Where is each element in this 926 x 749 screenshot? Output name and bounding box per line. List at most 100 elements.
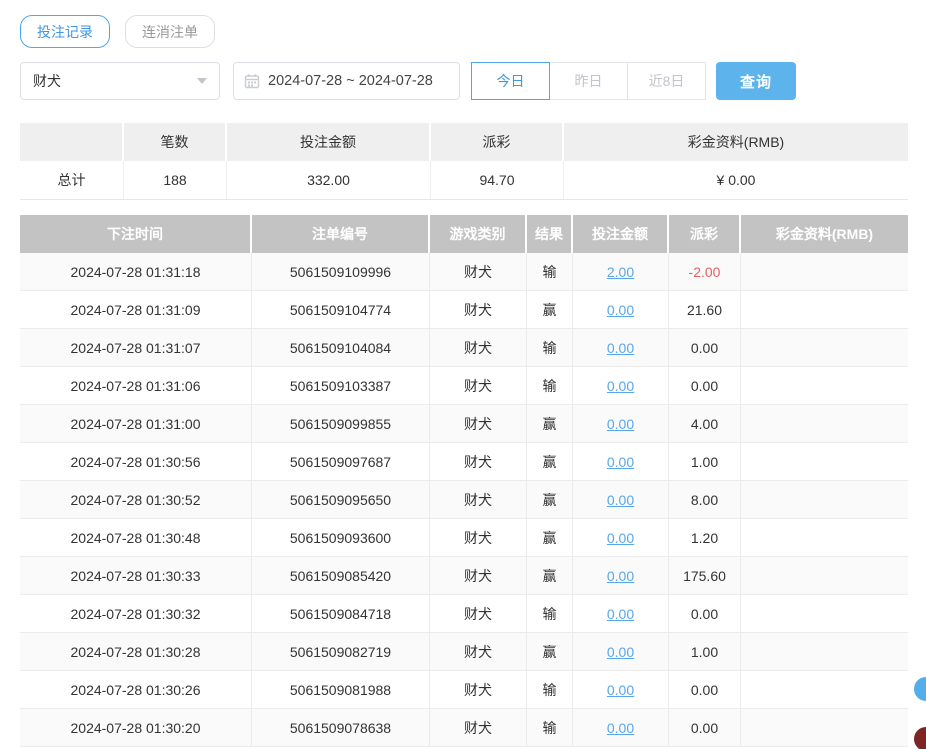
amount-cell: 0.00 — [573, 405, 669, 442]
amount-link[interactable]: 0.00 — [607, 530, 634, 546]
bonus-cell — [741, 671, 908, 708]
amount-link[interactable]: 0.00 — [607, 378, 634, 394]
search-button[interactable]: 查询 — [716, 62, 796, 100]
amount-link[interactable]: 0.00 — [607, 720, 634, 736]
amount-cell: 0.00 — [573, 709, 669, 746]
bet-time-cell: 2024-07-28 01:30:26 — [20, 671, 252, 708]
bonus-cell — [741, 557, 908, 594]
date-range-value: 2024-07-28 ~ 2024-07-28 — [268, 73, 433, 89]
filter-toolbar: 财犬 2024-07-28 ~ 2024-07-28 今日 昨日 近8日 查询 — [20, 62, 796, 100]
payout-cell: 1.00 — [669, 633, 741, 670]
summary-total-payout: 94.70 — [431, 161, 564, 199]
table-row: 2024-07-28 01:30:265061509081988财犬输 0.00 0… — [20, 671, 908, 709]
game-cell: 财犬 — [430, 671, 527, 708]
summary-total-count: 188 — [124, 161, 227, 199]
summary-header-bonus: 彩金资料(RMB) — [564, 123, 908, 161]
order-no-cell: 5061509104084 — [252, 329, 430, 366]
header-bet-amount: 投注金额 — [573, 215, 669, 253]
result-cell: 输 — [527, 595, 573, 632]
payout-cell: 0.00 — [669, 329, 741, 366]
amount-link[interactable]: 0.00 — [607, 416, 634, 432]
payout-cell: 4.00 — [669, 405, 741, 442]
bonus-cell — [741, 253, 908, 290]
result-cell: 输 — [527, 709, 573, 746]
order-no-cell: 5061509104774 — [252, 291, 430, 328]
bet-time-cell: 2024-07-28 01:31:07 — [20, 329, 252, 366]
game-cell: 财犬 — [430, 595, 527, 632]
game-cell: 财犬 — [430, 367, 527, 404]
summary-table: 笔数 投注金额 派彩 彩金资料(RMB) 总计 188 332.00 94.70… — [20, 123, 908, 200]
bet-time-cell: 2024-07-28 01:30:33 — [20, 557, 252, 594]
record-tabs: 投注记录 连消注单 — [20, 15, 215, 48]
amount-link[interactable]: 0.00 — [607, 492, 634, 508]
game-cell: 财犬 — [430, 633, 527, 670]
result-cell: 输 — [527, 367, 573, 404]
quick-range-yesterday[interactable]: 昨日 — [549, 62, 628, 100]
bet-time-cell: 2024-07-28 01:31:06 — [20, 367, 252, 404]
bonus-cell — [741, 291, 908, 328]
header-order-no: 注单编号 — [252, 215, 430, 253]
calendar-icon — [244, 73, 260, 89]
amount-link[interactable]: 0.00 — [607, 454, 634, 470]
amount-link[interactable]: 0.00 — [607, 682, 634, 698]
date-range-input[interactable]: 2024-07-28 ~ 2024-07-28 — [233, 62, 460, 100]
amount-cell: 0.00 — [573, 671, 669, 708]
header-bet-time: 下注时间 — [20, 215, 252, 253]
result-cell: 赢 — [527, 633, 573, 670]
header-game-type: 游戏类别 — [430, 215, 527, 253]
floating-action-button-blue[interactable] — [914, 677, 926, 701]
amount-link[interactable]: 0.00 — [607, 568, 634, 584]
game-cell: 财犬 — [430, 291, 527, 328]
quick-range-group: 今日 昨日 近8日 — [471, 62, 706, 100]
order-no-cell: 5061509099855 — [252, 405, 430, 442]
amount-link[interactable]: 0.00 — [607, 644, 634, 660]
order-no-cell: 5061509093600 — [252, 519, 430, 556]
amount-link[interactable]: 0.00 — [607, 606, 634, 622]
bet-time-cell: 2024-07-28 01:31:00 — [20, 405, 252, 442]
floating-action-button-maroon[interactable] — [914, 727, 926, 749]
result-cell: 赢 — [527, 557, 573, 594]
bonus-cell — [741, 405, 908, 442]
header-result: 结果 — [527, 215, 573, 253]
payout-cell: 0.00 — [669, 671, 741, 708]
bet-table-body: 2024-07-28 01:31:185061509109996财犬输2.00-… — [20, 253, 908, 747]
summary-total-bet-amount: 332.00 — [227, 161, 431, 199]
tab-bet-records[interactable]: 投注记录 — [20, 15, 110, 48]
header-bonus: 彩金资料(RMB) — [741, 215, 908, 253]
header-payout: 派彩 — [669, 215, 741, 253]
order-no-cell: 5061509082719 — [252, 633, 430, 670]
bet-table-header: 下注时间 注单编号 游戏类别 结果 投注金额 派彩 彩金资料(RMB) — [20, 215, 908, 253]
table-row: 2024-07-28 01:30:565061509097687财犬赢0.001… — [20, 443, 908, 481]
order-no-cell: 5061509081988 — [252, 671, 430, 708]
summary-total-label: 总计 — [20, 161, 124, 199]
amount-link[interactable]: 2.00 — [607, 264, 634, 280]
summary-total-bonus: ¥ 0.00 — [564, 161, 908, 199]
tab-cancelled-orders[interactable]: 连消注单 — [125, 15, 215, 48]
payout-cell: 1.00 — [669, 443, 741, 480]
result-cell: 输 — [527, 671, 573, 708]
amount-link[interactable]: 0.00 — [607, 302, 634, 318]
chevron-down-icon — [197, 78, 207, 84]
betting-records-page: 投注记录 连消注单 财犬 2024-07-28 ~ 2024-07-28 今日 — [0, 0, 926, 749]
amount-cell: 0.00 — [573, 595, 669, 632]
bonus-cell — [741, 367, 908, 404]
bet-time-cell: 2024-07-28 01:31:09 — [20, 291, 252, 328]
quick-range-today[interactable]: 今日 — [471, 62, 550, 100]
summary-header-bet-amount: 投注金额 — [227, 123, 431, 161]
result-cell: 赢 — [527, 443, 573, 480]
game-cell: 财犬 — [430, 709, 527, 746]
table-row: 2024-07-28 01:31:075061509104084财犬输0.000… — [20, 329, 908, 367]
quick-range-last8days[interactable]: 近8日 — [627, 62, 706, 100]
bet-time-cell: 2024-07-28 01:30:56 — [20, 443, 252, 480]
amount-link[interactable]: 0.00 — [607, 340, 634, 356]
table-row: 2024-07-28 01:31:065061509103387财犬输0.000… — [20, 367, 908, 405]
game-select-value: 财犬 — [33, 71, 197, 91]
result-cell: 赢 — [527, 291, 573, 328]
order-no-cell: 5061509103387 — [252, 367, 430, 404]
game-select[interactable]: 财犬 — [20, 62, 220, 100]
order-no-cell: 5061509078638 — [252, 709, 430, 746]
table-row: 2024-07-28 01:30:485061509093600财犬赢0.001… — [20, 519, 908, 557]
bet-time-cell: 2024-07-28 01:30:28 — [20, 633, 252, 670]
result-cell: 输 — [527, 329, 573, 366]
table-row: 2024-07-28 01:30:205061509078638财犬输0.000… — [20, 709, 908, 747]
